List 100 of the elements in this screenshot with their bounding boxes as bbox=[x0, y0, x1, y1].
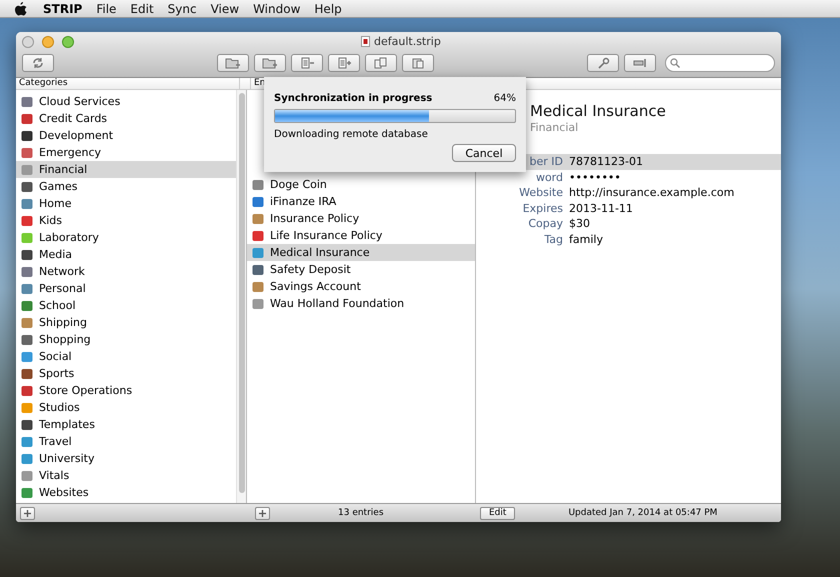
tile-icon bbox=[251, 280, 265, 294]
category-label: Emergency bbox=[39, 146, 102, 159]
category-item[interactable]: School bbox=[16, 297, 236, 314]
category-label: Network bbox=[39, 265, 85, 278]
entry-item[interactable]: Safety Deposit bbox=[247, 261, 475, 278]
tile-icon bbox=[20, 350, 34, 364]
category-item[interactable]: Home bbox=[16, 195, 236, 212]
category-item[interactable]: Financial bbox=[16, 161, 236, 178]
add-folder-button[interactable] bbox=[254, 54, 286, 72]
category-label: University bbox=[39, 452, 94, 465]
scrollbar[interactable] bbox=[236, 90, 246, 503]
sync-button[interactable] bbox=[22, 54, 54, 72]
entry-item[interactable]: iFinanze IRA bbox=[247, 193, 475, 210]
category-label: Development bbox=[39, 129, 114, 142]
category-item[interactable]: Travel bbox=[16, 433, 236, 450]
category-item[interactable]: Credit Cards bbox=[16, 110, 236, 127]
add-category-button[interactable] bbox=[20, 506, 35, 520]
tile-icon bbox=[251, 194, 265, 208]
category-item[interactable]: Emergency bbox=[16, 144, 236, 161]
entry-item[interactable]: Life Insurance Policy bbox=[247, 227, 475, 244]
sheet-title: Synchronization in progress bbox=[274, 93, 432, 104]
category-item[interactable]: Websites bbox=[16, 484, 236, 501]
folder-minus-icon bbox=[225, 57, 241, 69]
menu-item[interactable]: Sync bbox=[168, 2, 197, 16]
category-item[interactable]: Studios bbox=[16, 399, 236, 416]
category-item[interactable]: University bbox=[16, 450, 236, 467]
entry-label: Wau Holland Foundation bbox=[270, 297, 404, 310]
category-item[interactable]: Media bbox=[16, 246, 236, 263]
tile-icon bbox=[20, 298, 34, 312]
field-row[interactable]: Website http://insurance.example.com bbox=[476, 185, 781, 200]
field-label: Website bbox=[518, 186, 563, 200]
category-item[interactable]: Vitals bbox=[16, 467, 236, 484]
search-field[interactable] bbox=[665, 54, 775, 72]
category-item[interactable]: Cloud Services bbox=[16, 93, 236, 110]
tile-icon bbox=[20, 434, 34, 448]
category-item[interactable]: Development bbox=[16, 127, 236, 144]
entry-label: Medical Insurance bbox=[270, 246, 370, 259]
category-item[interactable]: Personal bbox=[16, 280, 236, 297]
menu-item[interactable]: Window bbox=[253, 2, 300, 16]
entry-item[interactable]: Medical Insurance bbox=[247, 244, 475, 261]
field-row[interactable]: word •••••••• bbox=[476, 170, 781, 185]
window-title: default.strip bbox=[374, 35, 441, 48]
tile-icon bbox=[251, 212, 265, 226]
remove-entry-button[interactable] bbox=[291, 54, 323, 72]
panel-button[interactable] bbox=[624, 54, 656, 72]
entry-label: Insurance Policy bbox=[270, 212, 360, 225]
cancel-button[interactable]: Cancel bbox=[452, 144, 516, 162]
category-item[interactable]: Shipping bbox=[16, 314, 236, 331]
copy-button[interactable] bbox=[365, 54, 397, 72]
close-button-icon[interactable] bbox=[22, 36, 34, 48]
add-entry-button[interactable] bbox=[328, 54, 360, 72]
category-item[interactable]: Store Operations bbox=[16, 382, 236, 399]
category-item[interactable]: Shopping bbox=[16, 331, 236, 348]
entry-item[interactable]: Savings Account bbox=[247, 278, 475, 295]
tile-icon bbox=[20, 452, 34, 466]
app-menu[interactable]: STRIP bbox=[43, 2, 82, 16]
remove-folder-button[interactable] bbox=[217, 54, 249, 72]
tile-icon bbox=[20, 366, 34, 380]
tile-icon bbox=[20, 264, 34, 278]
tile-icon bbox=[20, 128, 34, 142]
category-label: School bbox=[39, 299, 76, 312]
column-header[interactable]: Categories bbox=[16, 78, 240, 89]
field-row[interactable]: Copay $30 bbox=[476, 216, 781, 232]
tile-icon bbox=[20, 146, 34, 160]
category-label: Travel bbox=[39, 435, 72, 448]
category-item[interactable]: Network bbox=[16, 263, 236, 280]
field-row[interactable]: Expires 2013-11-11 bbox=[476, 200, 781, 216]
tile-icon bbox=[20, 400, 34, 414]
entry-item[interactable]: Wau Holland Foundation bbox=[247, 295, 475, 312]
category-item[interactable]: Sports bbox=[16, 365, 236, 382]
category-item[interactable]: Templates bbox=[16, 416, 236, 433]
minimize-button-icon[interactable] bbox=[42, 36, 54, 48]
category-label: Websites bbox=[39, 486, 89, 499]
tile-icon bbox=[20, 282, 34, 296]
tile-icon bbox=[20, 418, 34, 432]
menu-item[interactable]: Edit bbox=[130, 2, 154, 16]
field-row[interactable]: Tag family bbox=[476, 232, 781, 247]
entry-item[interactable]: Doge Coin bbox=[247, 176, 475, 193]
category-item[interactable]: Social bbox=[16, 348, 236, 365]
edit-button[interactable]: Edit bbox=[480, 506, 516, 520]
add-entry-button[interactable] bbox=[255, 506, 270, 520]
menu-item[interactable]: Help bbox=[314, 2, 342, 16]
category-label: Vitals bbox=[39, 469, 70, 482]
entry-item[interactable]: Insurance Policy bbox=[247, 210, 475, 227]
tile-icon bbox=[20, 112, 34, 126]
zoom-button-icon[interactable] bbox=[62, 36, 74, 48]
category-item[interactable]: Kids bbox=[16, 212, 236, 229]
scrollbar-thumb[interactable] bbox=[238, 93, 244, 493]
category-item[interactable]: Games bbox=[16, 178, 236, 195]
clipboard-icon bbox=[410, 57, 426, 69]
paste-button[interactable] bbox=[402, 54, 434, 72]
tile-icon bbox=[251, 262, 265, 276]
menu-item[interactable]: View bbox=[210, 2, 240, 16]
category-label: Laboratory bbox=[39, 231, 99, 244]
category-item[interactable]: Laboratory bbox=[16, 229, 236, 246]
menu-item[interactable]: File bbox=[96, 2, 116, 16]
tile-icon bbox=[20, 94, 34, 108]
entry-label: Savings Account bbox=[270, 280, 361, 293]
key-button[interactable] bbox=[587, 54, 619, 72]
entry-label: iFinanze IRA bbox=[270, 195, 336, 208]
